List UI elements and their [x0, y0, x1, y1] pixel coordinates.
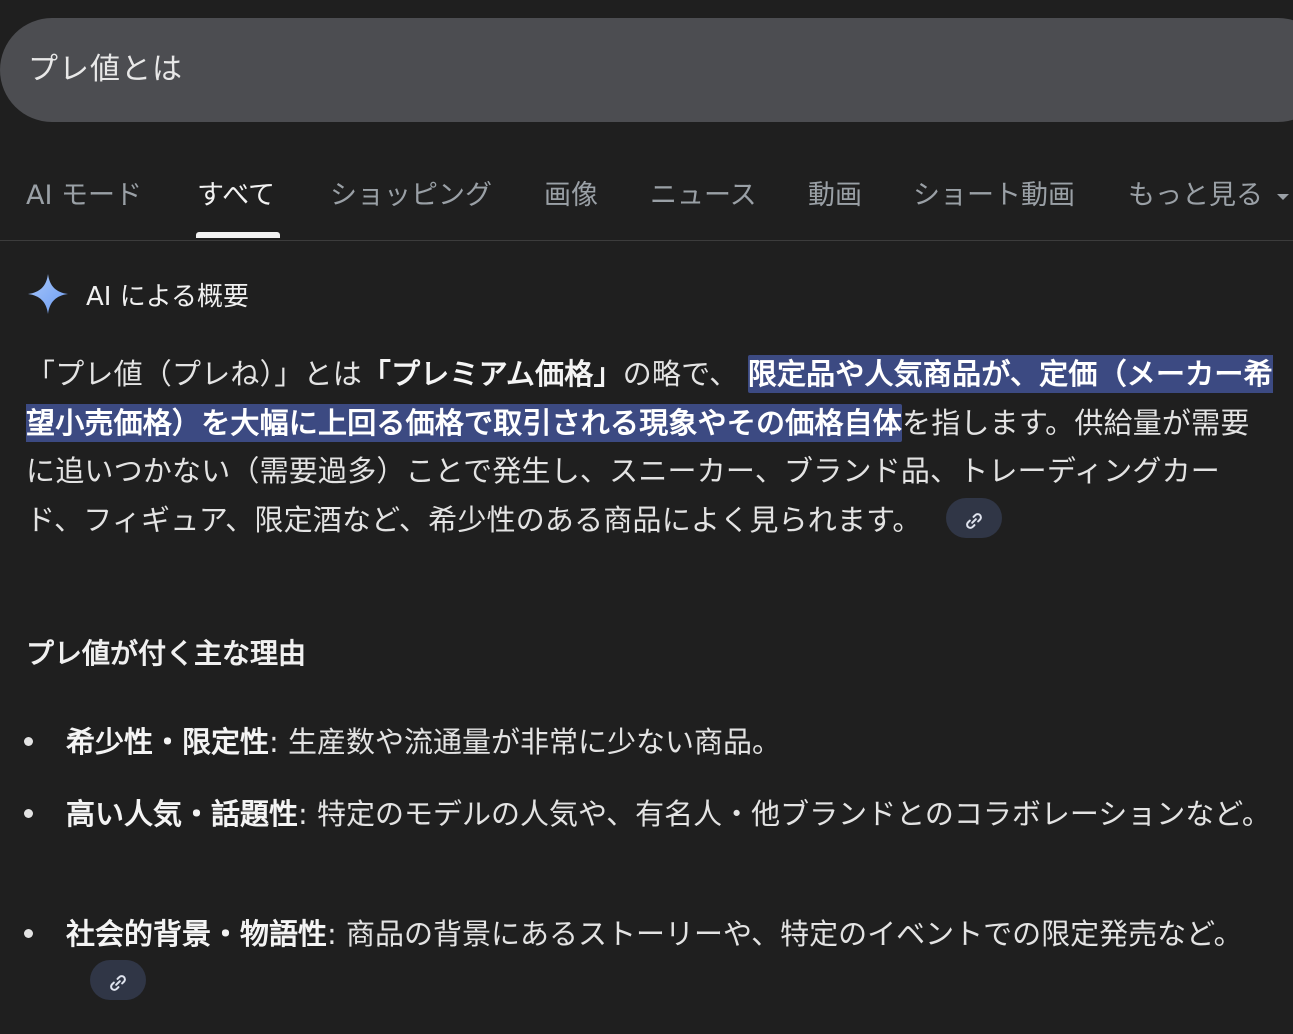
list-item: 希少性・限定性: 生産数や流通量が非常に少ない商品。	[24, 718, 1276, 766]
active-tab-indicator	[196, 232, 280, 238]
search-bar[interactable]: プレ値とは	[0, 18, 1293, 122]
tab-ai-mode[interactable]: AI モード	[26, 176, 142, 216]
reason-desc: : 商品の背景にあるストーリーや、特定のイベントでの限定発売など。	[327, 917, 1243, 951]
tab-short-videos[interactable]: ショート動画	[913, 176, 1075, 216]
reasons-heading: プレ値が付く主な理由	[26, 637, 307, 670]
tab-images[interactable]: 画像	[544, 176, 598, 216]
overview-text-2: の略で、	[622, 357, 739, 391]
search-results-page: プレ値とは AI モード すべて ショッピング 画像 ニュース 動画 ショート動…	[0, 0, 1293, 1034]
reason-desc: : 特定のモデルの人気や、有名人・他ブランドとのコラボレーションなど。	[298, 797, 1271, 831]
reason-term: 高い人気・話題性	[66, 797, 299, 831]
ai-overview-header: AI による概要	[26, 270, 249, 318]
list-item: 高い人気・話題性: 特定のモデルの人気や、有名人・他ブランドとのコラボレーション…	[24, 790, 1276, 838]
reason-term: 社会的背景・物語性	[66, 917, 328, 951]
link-icon	[110, 975, 126, 991]
link-icon	[965, 512, 982, 529]
tab-news[interactable]: ニュース	[650, 176, 757, 216]
tab-videos[interactable]: 動画	[808, 176, 862, 216]
tab-shopping[interactable]: ショッピング	[330, 176, 492, 216]
bullet-dot	[24, 929, 33, 938]
list-item: 社会的背景・物語性: 商品の背景にあるストーリーや、特定のイベントでの限定発売な…	[24, 910, 1276, 1006]
tab-more-label: もっと見る	[1128, 180, 1263, 211]
bullet-dot	[24, 809, 33, 818]
search-input[interactable]: プレ値とは	[28, 50, 183, 90]
tab-all[interactable]: すべて	[197, 176, 275, 216]
overview-text-1: 「プレ値（プレね）」とは	[26, 357, 362, 391]
search-tabs: AI モード すべて ショッピング 画像 ニュース 動画 ショート動画 もっと見…	[0, 160, 1293, 241]
caret-down-icon	[1277, 193, 1289, 200]
reason-term: 希少性・限定性	[66, 725, 270, 759]
reason-desc: : 生産数や流通量が非常に少ない商品。	[269, 725, 782, 759]
ai-overview-title: AI による概要	[86, 281, 249, 312]
source-link-button[interactable]	[90, 960, 146, 1000]
sparkle-icon	[28, 274, 68, 314]
tab-more[interactable]: もっと見る	[1128, 176, 1289, 216]
overview-bold-term: 「プレミアム価格」	[361, 357, 623, 391]
bullet-dot	[24, 737, 33, 746]
ai-overview-paragraph: 「プレ値（プレね）」とは「プレミアム価格」の略で、 限定品や人気商品が、定価（メ…	[26, 350, 1276, 544]
source-link-button[interactable]	[945, 497, 1002, 538]
